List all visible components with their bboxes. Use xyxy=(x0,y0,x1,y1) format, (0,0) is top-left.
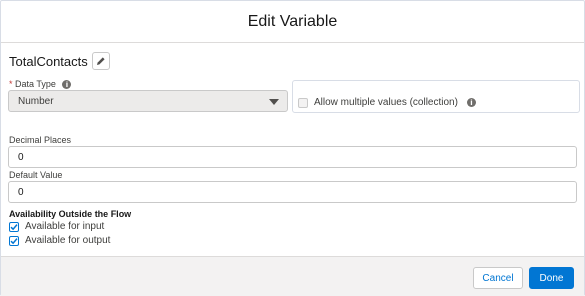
decimal-places-label: Decimal Places xyxy=(9,135,72,145)
info-icon[interactable]: i xyxy=(62,80,72,90)
data-type-label: * Data Type i xyxy=(9,79,72,90)
available-for-input-label: Available for input xyxy=(25,221,105,232)
default-value-input[interactable]: 0 xyxy=(8,181,577,203)
data-type-select[interactable]: Number xyxy=(8,90,288,112)
allow-multiple-values-checkbox[interactable] xyxy=(298,97,308,108)
available-for-input-option[interactable]: Available for input xyxy=(9,221,104,232)
pencil-icon xyxy=(96,57,105,65)
decimal-places-value: 0 xyxy=(18,151,24,163)
availability-section-title: Availability Outside the Flow xyxy=(9,209,132,219)
allow-multiple-values-label: Allow multiple values (collection) xyxy=(314,97,458,108)
decimal-places-input[interactable]: 0 xyxy=(8,146,577,168)
checkmark-icon xyxy=(10,237,18,244)
modal-header: Edit Variable xyxy=(1,1,584,43)
checkmark-icon xyxy=(10,223,18,230)
variable-name: TotalContacts xyxy=(9,53,88,69)
data-type-selected-value: Number xyxy=(18,95,54,107)
edit-variable-modal: Edit Variable TotalContacts * Data Type … xyxy=(0,0,585,296)
available-for-output-checkbox[interactable] xyxy=(9,235,19,246)
collection-option-box: Allow multiple values (collection) i xyxy=(292,80,580,113)
edit-variable-name-button[interactable] xyxy=(91,52,110,70)
available-for-output-option[interactable]: Available for output xyxy=(9,235,110,246)
allow-multiple-values-option[interactable]: Allow multiple values (collection) i xyxy=(298,97,476,108)
available-for-output-label: Available for output xyxy=(25,235,111,246)
info-icon[interactable]: i xyxy=(466,98,476,107)
modal-title: Edit Variable xyxy=(247,12,338,30)
available-for-input-checkbox[interactable] xyxy=(9,221,19,232)
default-value-value: 0 xyxy=(18,186,24,198)
required-marker: * xyxy=(9,79,13,89)
data-type-label-text: Data Type xyxy=(15,79,56,89)
variable-name-row: TotalContacts xyxy=(9,51,110,71)
chevron-down-icon xyxy=(269,99,279,105)
done-button[interactable]: Done xyxy=(529,267,574,289)
modal-footer: Cancel Done xyxy=(1,256,584,296)
cancel-button[interactable]: Cancel xyxy=(473,267,523,289)
default-value-label: Default Value xyxy=(9,170,63,180)
